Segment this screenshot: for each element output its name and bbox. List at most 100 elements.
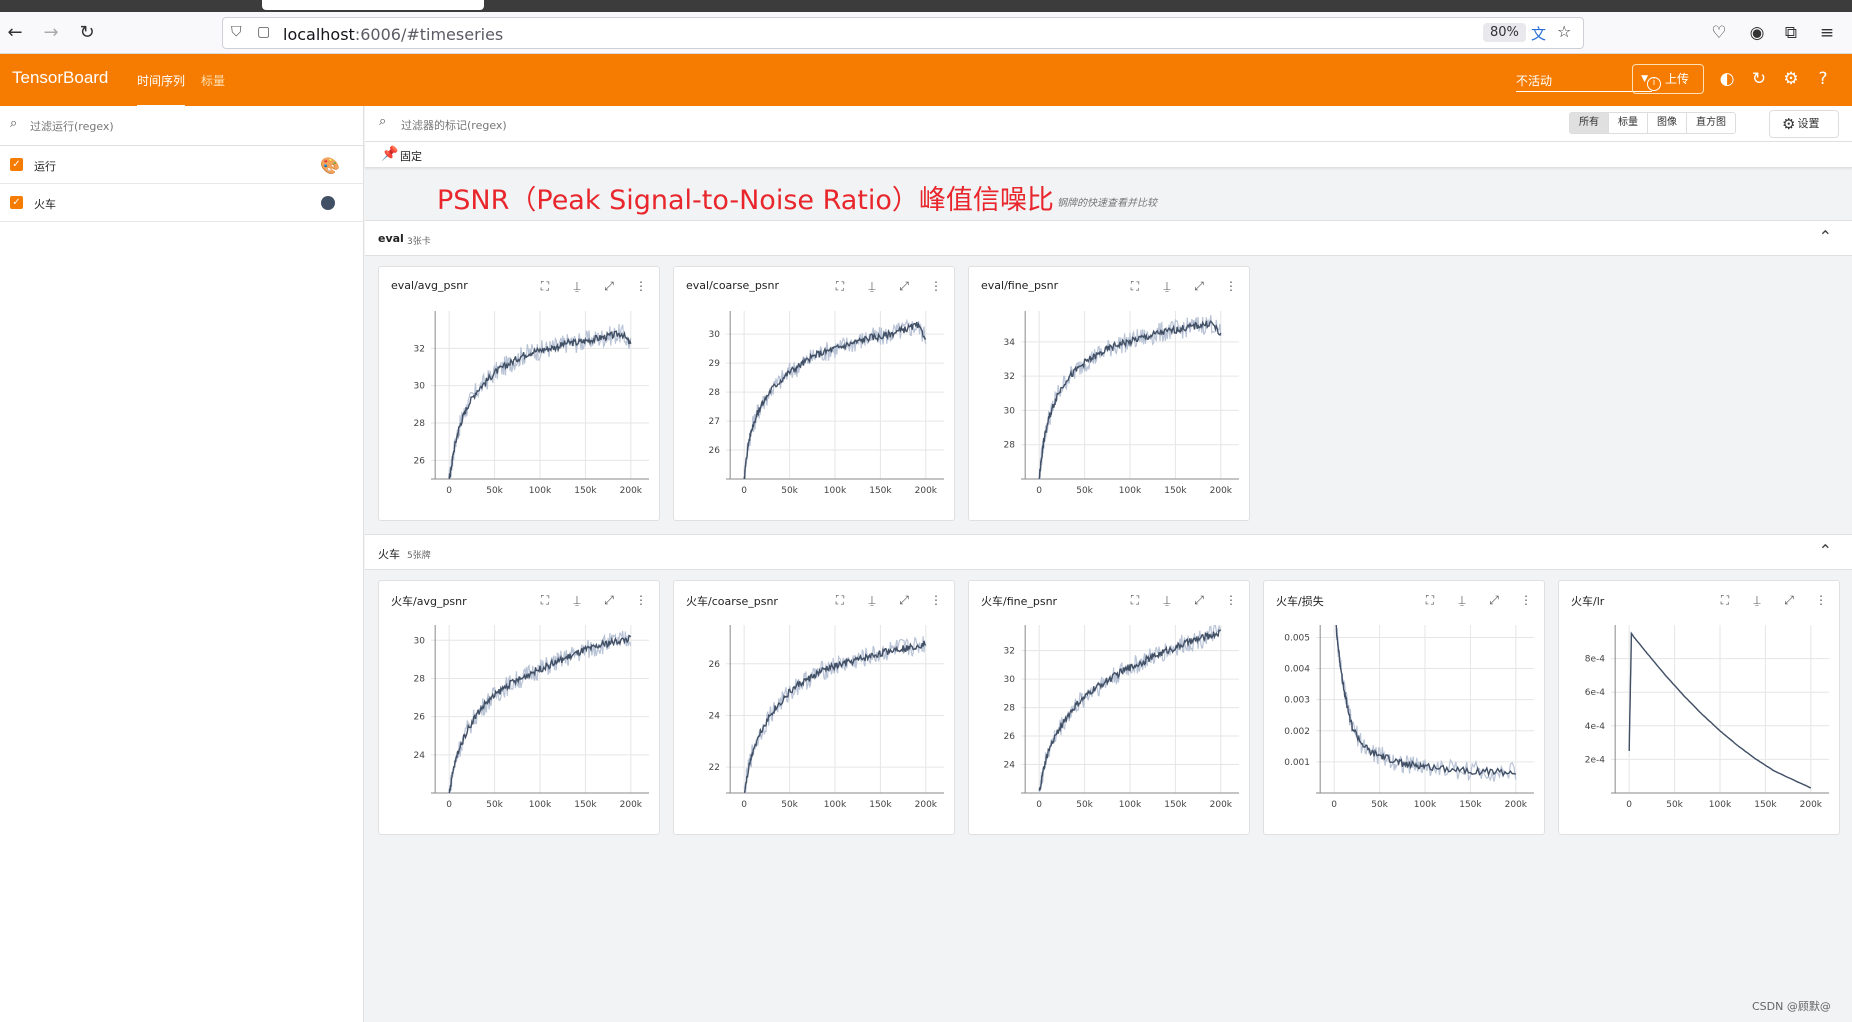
fullscreen-icon[interactable]: ⤢: [599, 277, 619, 295]
tag-filter-input[interactable]: 过滤器的标记(regex): [401, 117, 507, 133]
zoom-badge[interactable]: 80%: [1483, 23, 1526, 42]
y-tick-label: 22: [709, 763, 720, 773]
x-tick-label: 200k: [620, 486, 643, 496]
back-icon[interactable]: ←: [4, 22, 26, 44]
settings-gear-icon[interactable]: ⚙: [1780, 68, 1802, 90]
more-vert-icon[interactable]: ⋮: [1811, 591, 1831, 609]
line-chart[interactable]: 0 50k 100k 150k 200k 0.001 0.002 0.003 0.004 0.00…: [1264, 615, 1546, 829]
page-info-icon[interactable]: ▢: [257, 24, 270, 40]
group-header-eval[interactable]: eval 3张卡 ⌃: [365, 220, 1852, 256]
fullscreen-icon[interactable]: ⤢: [1484, 591, 1504, 609]
runs-filter-input[interactable]: 过滤运行(regex): [30, 118, 114, 134]
run-label: 火车: [34, 198, 56, 211]
fit-domain-icon[interactable]: ⛶: [1715, 591, 1735, 609]
more-vert-icon[interactable]: ⋮: [926, 591, 946, 609]
pin-icon[interactable]: ⍊: [1157, 277, 1177, 295]
translate-icon[interactable]: 文: [1531, 23, 1546, 44]
run-checkbox[interactable]: ✓: [10, 196, 23, 209]
reload-icon[interactable]: ↻: [76, 22, 98, 44]
fullscreen-icon[interactable]: ⤢: [599, 591, 619, 609]
fit-domain-icon[interactable]: ⛶: [535, 277, 555, 295]
chart-card[interactable]: eval/avg_psnr ⛶ ⍊ ⤢ ⋮ 0 50k 100k 150k 200k 26 28 30 3…: [378, 266, 660, 521]
line-chart[interactable]: 0 50k 100k 150k 200k 28 30 32 34: [969, 301, 1251, 515]
fullscreen-icon[interactable]: ⤢: [1189, 277, 1209, 295]
line-chart[interactable]: 0 50k 100k 150k 200k 24 26 28 30: [379, 615, 661, 829]
line-chart[interactable]: 0 50k 100k 150k 200k 22 24 26: [674, 615, 956, 829]
more-vert-icon[interactable]: ⋮: [1516, 591, 1536, 609]
group-header-train[interactable]: 火车 5张牌 ⌃: [365, 534, 1852, 570]
fit-domain-icon[interactable]: ⛶: [1125, 591, 1145, 609]
more-vert-icon[interactable]: ⋮: [631, 591, 651, 609]
extensions-icon[interactable]: ⧉: [1780, 22, 1802, 44]
pin-icon[interactable]: ⍊: [1452, 591, 1472, 609]
more-vert-icon[interactable]: ⋮: [631, 277, 651, 295]
tab-timeseries[interactable]: 时间序列: [137, 72, 186, 107]
app-title[interactable]: TensorBoard: [12, 68, 108, 88]
run-row-all[interactable]: ✓ 运行 🎨: [0, 146, 363, 184]
chart-card[interactable]: eval/coarse_psnr ⛶ ⍊ ⤢ ⋮ 0 50k 100k 150k 200k 26 27…: [673, 266, 955, 521]
pin-icon[interactable]: ⍊: [862, 591, 882, 609]
group-name: eval: [378, 232, 404, 245]
fit-domain-icon[interactable]: ⛶: [1125, 277, 1145, 295]
chart-card[interactable]: 火车/lr ⛶ ⍊ ⤢ ⋮ 0 50k 100k 150k 200k 2e-4 4e-4 6e-4 8e-…: [1558, 580, 1840, 835]
bookmark-star-icon[interactable]: ☆: [1557, 22, 1571, 41]
tensorboard-header: TensorBoard 时间序列 标量 不活动 ▼ i 上传 ◐ ↻ ⚙ ?: [0, 54, 1852, 107]
fullscreen-icon[interactable]: ⤢: [894, 591, 914, 609]
info-icon: i: [1647, 77, 1661, 91]
pin-icon[interactable]: ⍊: [567, 591, 587, 609]
pocket-icon[interactable]: ♡: [1708, 22, 1730, 44]
y-tick-label: 24: [709, 711, 721, 721]
y-tick-label: 28: [414, 674, 426, 684]
upload-button[interactable]: i 上传: [1632, 64, 1704, 94]
collapse-icon[interactable]: ⌃: [1819, 227, 1832, 246]
fit-domain-icon[interactable]: ⛶: [830, 277, 850, 295]
chart-card[interactable]: eval/fine_psnr ⛶ ⍊ ⤢ ⋮ 0 50k 100k 150k 200k 28 30 32…: [968, 266, 1250, 521]
x-tick-label: 100k: [1414, 800, 1437, 810]
address-bar[interactable]: ⛉ ▢ localhost:6006/#timeseries 80% 文 ☆: [222, 17, 1584, 49]
more-vert-icon[interactable]: ⋮: [926, 277, 946, 295]
pin-icon[interactable]: ⍊: [1747, 591, 1767, 609]
settings-button[interactable]: ⚙ 设置: [1769, 110, 1839, 138]
collapse-icon[interactable]: ⌃: [1819, 541, 1832, 560]
fit-domain-icon[interactable]: ⛶: [535, 591, 555, 609]
menu-icon[interactable]: ≡: [1816, 22, 1838, 44]
toggle-images[interactable]: 图像: [1648, 113, 1687, 133]
run-checkbox[interactable]: ✓: [10, 158, 23, 171]
line-chart[interactable]: 0 50k 100k 150k 200k 2e-4 4e-4 6e-4 8e-4: [1559, 615, 1841, 829]
forward-icon[interactable]: →: [40, 22, 62, 44]
more-vert-icon[interactable]: ⋮: [1221, 277, 1241, 295]
dark-mode-icon[interactable]: ◐: [1716, 68, 1738, 90]
line-chart[interactable]: 0 50k 100k 150k 200k 24 26 28 30 32: [969, 615, 1251, 829]
run-row-train[interactable]: ✓ 火车: [0, 184, 363, 222]
main-panel: ⌕ 过滤器的标记(regex) 所有 标量 图像 直方图 ⚙ 设置 📌 固定 PS…: [365, 106, 1852, 1022]
line-chart[interactable]: 0 50k 100k 150k 200k 26 27 28 29 30: [674, 301, 956, 515]
run-color-swatch[interactable]: [321, 196, 335, 210]
fit-domain-icon[interactable]: ⛶: [830, 591, 850, 609]
fullscreen-icon[interactable]: ⤢: [1779, 591, 1799, 609]
runs-filter[interactable]: ⌕ 过滤运行(regex): [0, 106, 363, 146]
chart-card[interactable]: 火车/fine_psnr ⛶ ⍊ ⤢ ⋮ 0 50k 100k 150k 200k 24 26 28 30…: [968, 580, 1250, 835]
chart-card[interactable]: 火车/损失 ⛶ ⍊ ⤢ ⋮ 0 50k 100k 150k 200k 0.001 0.002 0.003…: [1263, 580, 1545, 835]
fullscreen-icon[interactable]: ⤢: [1189, 591, 1209, 609]
chart-card[interactable]: 火车/avg_psnr ⛶ ⍊ ⤢ ⋮ 0 50k 100k 150k 200k 24 26 28 30: [378, 580, 660, 835]
toggle-all[interactable]: 所有: [1570, 113, 1609, 133]
browser-tab[interactable]: [262, 0, 484, 10]
shield-icon[interactable]: ⛉: [231, 24, 242, 40]
chart-card[interactable]: 火车/coarse_psnr ⛶ ⍊ ⤢ ⋮ 0 50k 100k 150k 200k 22 24 26: [673, 580, 955, 835]
fit-domain-icon[interactable]: ⛶: [1420, 591, 1440, 609]
y-tick-label: 0.002: [1284, 727, 1310, 737]
pin-icon[interactable]: ⍊: [862, 277, 882, 295]
refresh-icon[interactable]: ↻: [1748, 68, 1770, 90]
tab-scalars[interactable]: 标量: [201, 72, 225, 89]
y-tick-label: 8e-4: [1585, 655, 1606, 665]
toggle-histograms[interactable]: 直方图: [1687, 113, 1735, 133]
fullscreen-icon[interactable]: ⤢: [894, 277, 914, 295]
more-vert-icon[interactable]: ⋮: [1221, 591, 1241, 609]
pin-icon[interactable]: ⍊: [567, 277, 587, 295]
help-icon[interactable]: ?: [1812, 68, 1834, 90]
account-icon[interactable]: ◉: [1746, 22, 1768, 44]
toggle-scalars[interactable]: 标量: [1609, 113, 1648, 133]
pin-icon[interactable]: ⍊: [1157, 591, 1177, 609]
palette-icon[interactable]: 🎨: [320, 156, 340, 175]
line-chart[interactable]: 0 50k 100k 150k 200k 26 28 30 32: [379, 301, 661, 515]
